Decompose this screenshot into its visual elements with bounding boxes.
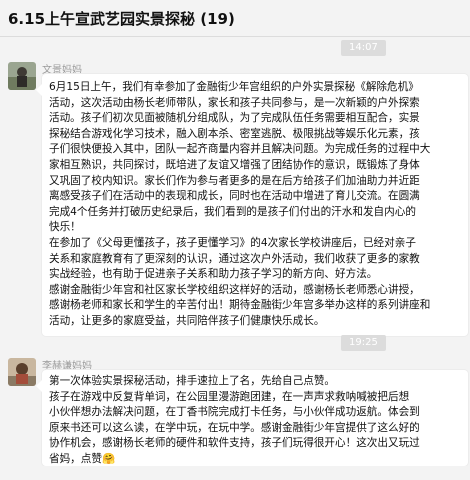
message-line: 小伙伴想办法解决问题，在丁香书院完成打卡任务，与小伙伴成功返航。体会到 <box>49 406 420 419</box>
message-line: 快乐！ <box>49 221 81 234</box>
message-line: 活动。孩子们初次见面被随机分组成队，为了完成队伍任务需要相互配合，实景 <box>49 112 420 125</box>
message-line: 探秘结合游戏化学习技术，融入剧本杀、密室逃脱、极限挑战等娱乐化元素，孩 <box>49 127 420 140</box>
avatar-photo-icon <box>8 62 36 90</box>
message-line: 原来书还可以这么读，在学中玩，在玩中学。感谢金融街少年宫提供了这么好的 <box>49 421 420 434</box>
message-line: 在参加了《父母更懂孩子，孩子更懂学习》的4次家长学校讲座后，已经对亲子 <box>49 236 416 249</box>
message-line: 孩子在游戏中反复背单词，在公园里漫游跑团建，在一声声求救呐喊被把后想 <box>49 390 410 403</box>
message-line: 感谢金融街少年宫和社区家长学校组织这样好的活动，感谢杨长老师悉心讲授， <box>49 283 420 296</box>
message-line: 实战经验，也有助于促进亲子关系和助力孩子学习的新方向、好方法。 <box>49 268 378 281</box>
chat-header: 6.15上午宣武艺园实景探秘 (19) <box>0 0 470 37</box>
message-text: 第一次体验实景探秘活动，排手速拉上了名，先给自己点赞。 孩子在游戏中反复背单词，… <box>49 374 420 468</box>
message-line: 6月15日上午，我们有幸参加了金融街少年宫组织的户外实景探秘《解除危机》 <box>49 81 419 93</box>
message-line: 家相互熟识，共同探讨，既培进了友谊又增强了团结协作的意识，既锻炼了身体 <box>49 158 420 171</box>
message-line: 活动，这次活动由杨长老师带队，家长和孩子共同参与，是一次新颖的户外探索 <box>49 96 420 109</box>
message-line: 感谢杨老师和家长和学生的辛苦付出！期待金融街少年宫多举办这样的系列讲座和 <box>49 299 431 312</box>
message-line: 协作机会，感谢杨长老师的硬件和软件支持，孩子们玩得很开心！这次出又玩过 <box>49 437 420 450</box>
message-text: 6月15日上午，我们有幸参加了金融街少年宫组织的户外实景探秘《解除危机》 活动，… <box>49 80 430 330</box>
message-line: 又巩固了校内知识。家长们作为参与者更多的是在后方给孩子们加油助力并近距 <box>49 174 420 187</box>
message-line: 离感受孩子们在活动中的表现和成长，同时也在活动中增进了育儿交流。在圆满 <box>49 190 420 203</box>
message-line: 活动，让更多的家庭受益，共同陪伴孩子们健康快乐成长。 <box>49 314 325 327</box>
message-bubble[interactable]: 第一次体验实景探秘活动，排手速拉上了名，先给自己点赞。 孩子在游戏中反复背单词，… <box>36 370 468 468</box>
bottom-bar <box>0 466 470 480</box>
avatar[interactable] <box>8 62 36 90</box>
message-bubble[interactable]: 6月15日上午，我们有幸参加了金融街少年宫组织的户外实景探秘《解除危机》 活动，… <box>36 74 468 336</box>
message-line: 关系和家庭教育有了更深刻的认识，通过这次户外活动，我们收获了更多的家教 <box>49 252 420 265</box>
message-line: 完成4个任务并打破历史纪录后，我们看到的是孩子们付出的汗水和发自内心的 <box>49 205 416 218</box>
message-line: 子们很快便投入其中，团队一起齐商量内容并且解决问题。为完成任务的过程中大 <box>49 143 431 156</box>
timestamp-chip: 14:07 <box>341 40 386 56</box>
message-line: 第一次体验实景探秘活动，排手速拉上了名，先给自己点赞。 <box>49 375 336 387</box>
chat-title[interactable]: 6.15上午宣武艺园实景探秘 (19) <box>8 8 235 29</box>
avatar[interactable] <box>8 358 36 386</box>
timestamp-chip: 19:25 <box>341 335 386 351</box>
avatar-photo-icon <box>8 358 36 386</box>
